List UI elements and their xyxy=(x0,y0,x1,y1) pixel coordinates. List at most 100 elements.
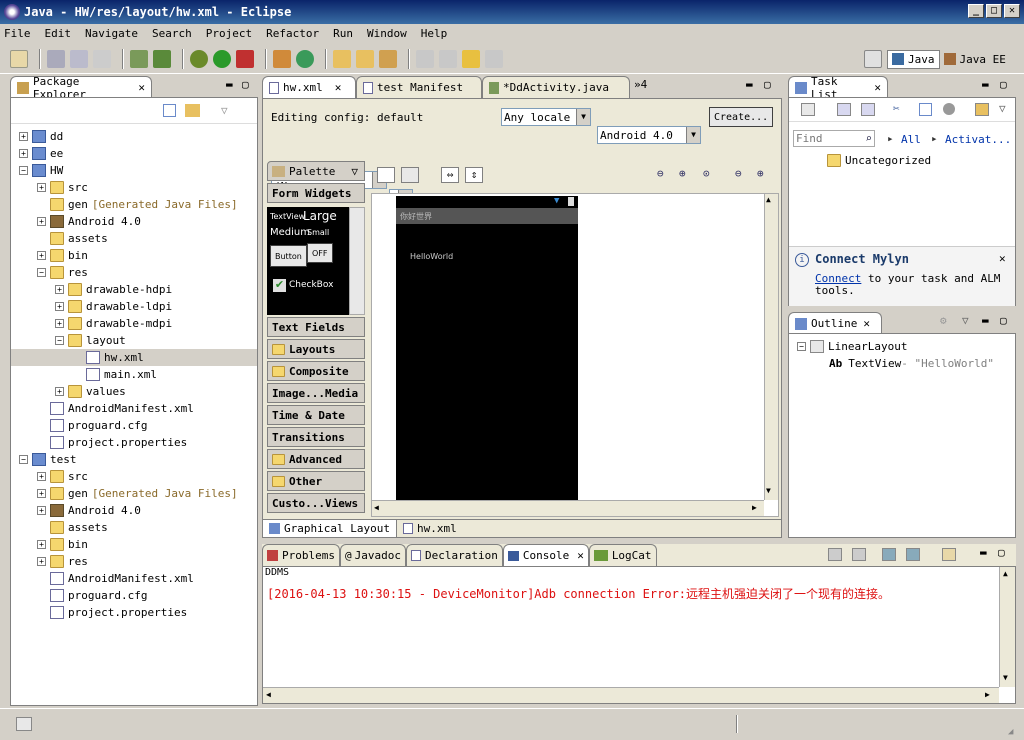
canvas-horizontal-scrollbar[interactable]: ◀ ▶ xyxy=(372,500,764,516)
close-icon[interactable]: ✕ xyxy=(999,252,1006,265)
menu-refactor[interactable]: Refactor xyxy=(266,27,319,40)
activate-link[interactable]: Activat... xyxy=(945,133,1011,146)
tab-ddactivity-java[interactable]: *DdActivity.java xyxy=(482,76,630,98)
outline-item-textview[interactable]: Ab TextView - "HelloWorld" xyxy=(789,355,1015,372)
external-tools-icon[interactable] xyxy=(236,49,254,68)
new-package-icon[interactable] xyxy=(273,49,291,68)
maximize-view-icon[interactable]: ▢ xyxy=(242,78,249,91)
scheduled-icon[interactable] xyxy=(861,103,875,116)
tree-item[interactable]: gen [Generated Java Files] xyxy=(11,196,257,213)
tab-declaration[interactable]: Declaration xyxy=(405,544,503,566)
task-find-input[interactable]: Find ⌕ xyxy=(793,130,875,147)
pin-console-icon[interactable] xyxy=(882,548,896,561)
clear-console-icon[interactable] xyxy=(828,548,842,561)
tab-test-manifest[interactable]: test Manifest xyxy=(356,76,482,98)
tree-item[interactable]: project.properties xyxy=(11,434,257,451)
outline-item-linearlayout[interactable]: − LinearLayout xyxy=(789,338,1015,355)
all-filter-link[interactable]: All xyxy=(901,133,921,146)
palette-section-time-date[interactable]: Time & Date xyxy=(267,405,365,425)
save-icon[interactable] xyxy=(47,49,65,68)
zoom-fit-icon[interactable]: ⊖ xyxy=(735,167,742,180)
debug-icon[interactable] xyxy=(190,49,208,68)
collapse-icon[interactable]: − xyxy=(55,336,64,345)
minimize-view-icon[interactable]: ▬ xyxy=(226,78,233,91)
close-icon[interactable]: ✕ xyxy=(874,81,881,94)
category-uncategorized[interactable]: Uncategorized xyxy=(827,154,931,167)
tree-item[interactable]: + drawable-ldpi xyxy=(11,298,257,315)
fill-height-icon[interactable]: ⇕ xyxy=(465,167,483,183)
print-icon[interactable] xyxy=(93,49,111,68)
tab-logcat[interactable]: LogCat xyxy=(588,544,657,566)
display-console-icon[interactable] xyxy=(906,548,920,561)
scroll-down-icon[interactable]: ▼ xyxy=(766,486,771,495)
collapse-all-icon[interactable] xyxy=(919,103,932,116)
tree-item[interactable]: + gen [Generated Java Files] xyxy=(11,485,257,502)
palette-section-transitions[interactable]: Transitions xyxy=(267,427,365,447)
tab-console[interactable]: Console ✕ xyxy=(502,544,589,566)
link-editor-icon[interactable] xyxy=(185,104,200,117)
minimize-view-icon[interactable]: ▬ xyxy=(982,314,989,327)
tree-item[interactable]: − layout xyxy=(11,332,257,349)
tree-item[interactable]: − res xyxy=(11,264,257,281)
expand-icon[interactable]: + xyxy=(55,302,64,311)
close-icon[interactable]: ✕ xyxy=(863,317,870,330)
api-level-select[interactable]: Android 4.0 ▼ xyxy=(597,126,701,144)
palette-section-other[interactable]: Other xyxy=(267,471,365,491)
tab-hw-xml[interactable]: hw.xml ✕ xyxy=(262,76,356,98)
close-button[interactable]: ✕ xyxy=(1004,4,1020,18)
zoom-real-icon[interactable]: ⊕ xyxy=(757,167,764,180)
collapse-all-icon[interactable] xyxy=(163,104,176,117)
minimize-view-icon[interactable]: ▬ xyxy=(746,78,753,91)
collapse-icon[interactable]: − xyxy=(797,342,806,351)
tree-item[interactable]: − HW xyxy=(11,162,257,179)
chevron-down-icon[interactable]: ▽ xyxy=(351,165,358,178)
hello-world-textview[interactable]: HelloWorld xyxy=(410,252,453,261)
open-console-icon[interactable] xyxy=(942,548,956,561)
menu-run[interactable]: Run xyxy=(333,27,353,40)
tree-item[interactable]: + dd xyxy=(11,128,257,145)
scroll-down-icon[interactable]: ▼ xyxy=(1003,673,1008,682)
scroll-lock-icon[interactable] xyxy=(852,548,866,561)
locale-select[interactable]: Any locale ▼ xyxy=(501,108,591,126)
tab-graphical-layout[interactable]: Graphical Layout xyxy=(263,520,397,537)
resize-grip-icon[interactable]: ◢ xyxy=(1008,727,1013,737)
menu-search[interactable]: Search xyxy=(152,27,192,40)
tree-item[interactable]: proguard.cfg xyxy=(11,417,257,434)
tree-item[interactable]: AndroidManifest.xml xyxy=(11,570,257,587)
palette-section-layouts[interactable]: Layouts xyxy=(267,339,365,359)
maximize-button[interactable]: □ xyxy=(986,4,1002,18)
preview-small-text[interactable]: Small xyxy=(307,228,329,237)
scroll-up-icon[interactable]: ▲ xyxy=(1003,569,1008,578)
fast-view-icon[interactable] xyxy=(16,717,32,731)
tab-package-explorer[interactable]: Package Explorer ✕ xyxy=(10,75,152,101)
close-icon[interactable]: ✕ xyxy=(577,549,584,562)
tab-javadoc[interactable]: @ Javadoc xyxy=(339,544,406,566)
tree-item[interactable]: + Android 4.0 xyxy=(11,502,257,519)
view-menu-icon[interactable]: ▽ xyxy=(999,102,1006,115)
menu-edit[interactable]: Edit xyxy=(45,27,72,40)
maximize-view-icon[interactable]: ▢ xyxy=(1000,78,1007,91)
view-menu-icon[interactable]: ▽ xyxy=(962,314,969,327)
palette-header[interactable]: Palette ▽ xyxy=(267,161,365,181)
android-sdk-icon[interactable] xyxy=(130,49,148,68)
view-menu-icon[interactable]: ▽ xyxy=(221,104,228,117)
tree-item[interactable]: + src xyxy=(11,179,257,196)
tree-item[interactable]: + drawable-mdpi xyxy=(11,315,257,332)
preview-button[interactable]: Button xyxy=(270,245,307,267)
tab-overflow[interactable]: »4 xyxy=(634,78,647,98)
palette-scrollbar[interactable] xyxy=(349,207,365,315)
scroll-left-icon[interactable]: ◀ xyxy=(266,690,271,699)
maximize-view-icon[interactable]: ▢ xyxy=(764,78,771,91)
palette-section-form-widgets[interactable]: Form Widgets xyxy=(267,183,365,203)
tab-outline[interactable]: Outline ✕ xyxy=(788,312,882,334)
minimize-button[interactable]: _ xyxy=(968,4,984,18)
tree-item[interactable]: + res xyxy=(11,553,257,570)
tree-item[interactable]: + bin xyxy=(11,536,257,553)
filter-icon[interactable]: ✂ xyxy=(893,102,900,115)
palette-section-custom-views[interactable]: Custo...Views xyxy=(267,493,365,513)
menu-file[interactable]: File xyxy=(4,27,31,40)
preview-medium-text[interactable]: Medium xyxy=(270,227,310,238)
avd-manager-icon[interactable] xyxy=(153,49,171,68)
new-class-icon[interactable] xyxy=(296,49,314,68)
tab-task-list[interactable]: Task List ✕ xyxy=(788,75,888,101)
